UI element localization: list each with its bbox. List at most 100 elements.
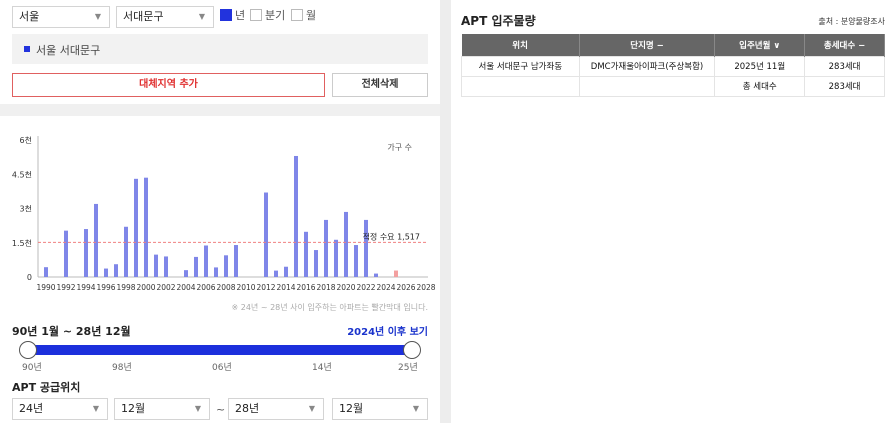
bar xyxy=(294,155,298,277)
to-year-select[interactable]: 28년 ▼ xyxy=(228,398,324,420)
bar xyxy=(144,177,148,277)
x-tick-label: 2006 xyxy=(196,283,215,292)
x-tick-label: 2012 xyxy=(256,283,275,292)
x-tick-label: 2022 xyxy=(356,283,375,292)
col-households-header[interactable]: 총세대수 − xyxy=(804,34,885,56)
table-header-row: 위치 단지명 − 입주년월 ∨ 총세대수 − xyxy=(461,34,885,56)
bar xyxy=(104,268,108,277)
range-title: 90년 1월 ~ 28년 12월 xyxy=(12,325,131,338)
from-year-select[interactable]: 24년 ▼ xyxy=(12,398,108,420)
x-tick-label: 2014 xyxy=(276,283,295,292)
bar xyxy=(374,273,378,277)
x-tick-label: 2020 xyxy=(336,283,355,292)
add-region-button[interactable]: 대체지역 추가 xyxy=(12,73,325,97)
apt-supply-table: 위치 단지명 − 입주년월 ∨ 총세대수 − 서울 서대문구 남가좌동 DMC가… xyxy=(461,34,885,97)
bar xyxy=(334,239,338,277)
chevron-down-icon: ▼ xyxy=(198,12,205,21)
table-total-row: 총 세대수 283세대 xyxy=(461,75,885,97)
bar xyxy=(154,254,158,277)
bar xyxy=(304,231,308,277)
bar xyxy=(194,256,198,277)
table-row[interactable]: 서울 서대문구 남가좌동 DMC가재울아이파크(주상복합) 2025년 11월 … xyxy=(461,55,885,77)
bar xyxy=(164,256,168,277)
period-year-checkbox[interactable] xyxy=(220,9,232,21)
slider-end-handle[interactable] xyxy=(403,341,421,359)
x-tick-label: 2000 xyxy=(136,283,155,292)
y-tick-label: 3천 xyxy=(20,204,32,214)
total-label: 총 세대수 xyxy=(714,75,806,97)
x-tick-label: 2008 xyxy=(216,283,235,292)
to-month-select[interactable]: 12월 ▼ xyxy=(332,398,428,420)
cell-households: 283세대 xyxy=(804,55,885,77)
bar xyxy=(184,270,188,277)
period-month-checkbox[interactable] xyxy=(291,9,303,21)
bar xyxy=(94,203,98,277)
x-tick-label: 1994 xyxy=(76,283,95,292)
slider-tick: 06년 xyxy=(212,363,232,373)
legend-label: 가구 수 xyxy=(387,143,412,152)
chevron-down-icon: ▼ xyxy=(194,404,201,413)
year-range-slider-track[interactable] xyxy=(28,345,412,355)
x-tick-label: 2010 xyxy=(236,283,255,292)
x-tick-label: 2026 xyxy=(396,283,415,292)
range-separator: ~ xyxy=(216,403,226,416)
bar xyxy=(64,230,68,277)
cell-empty xyxy=(578,75,716,97)
x-tick-label: 2028 xyxy=(416,283,435,292)
period-quarter-label: 분기 xyxy=(265,9,286,22)
sido-select[interactable]: 서울 ▼ xyxy=(12,6,110,28)
bar xyxy=(264,192,268,277)
section-divider xyxy=(0,104,440,116)
from-year-value: 24년 xyxy=(19,402,44,415)
x-tick-label: 2004 xyxy=(176,283,195,292)
sido-value: 서울 xyxy=(19,10,40,23)
chevron-down-icon: ▼ xyxy=(308,404,315,413)
y-tick-label: 6천 xyxy=(20,135,32,145)
bar xyxy=(274,270,278,277)
bar xyxy=(134,178,138,277)
bar xyxy=(324,219,328,277)
slider-start-handle[interactable] xyxy=(19,341,37,359)
bar xyxy=(224,255,228,277)
bar xyxy=(114,264,118,277)
sigungu-select[interactable]: 서대문구 ▼ xyxy=(116,6,214,28)
chevron-down-icon: ▼ xyxy=(92,404,99,413)
y-tick-label: 4.5천 xyxy=(12,169,32,179)
to-year-value: 28년 xyxy=(235,402,260,415)
chart-note: ※ 24년 ~ 28년 사이 입주하는 아파트는 빨간막대 입니다. xyxy=(232,302,429,312)
from-month-select[interactable]: 12월 ▼ xyxy=(114,398,210,420)
cell-empty xyxy=(461,75,580,97)
col-move-in-header[interactable]: 입주년월 ∨ xyxy=(714,34,806,56)
period-month-label: 월 xyxy=(306,9,317,22)
bar xyxy=(344,211,348,277)
x-tick-label: 1992 xyxy=(56,283,75,292)
chevron-down-icon: ▼ xyxy=(412,404,419,413)
bar xyxy=(314,250,318,277)
bar xyxy=(394,270,398,277)
bar xyxy=(204,245,208,277)
period-quarter-checkbox[interactable] xyxy=(250,9,262,21)
y-tick-label: 1.5천 xyxy=(12,238,32,248)
bar xyxy=(364,219,368,277)
clear-all-button[interactable]: 전체삭제 xyxy=(332,73,428,97)
col-complex-header[interactable]: 단지명 − xyxy=(579,34,716,56)
x-tick-label: 1998 xyxy=(116,283,135,292)
col-location-header[interactable]: 위치 xyxy=(461,34,580,56)
left-panel: 서울 ▼ 서대문구 ▼ 년 분기 월 서울 서대문구 대체지역 추가 전체삭제 01… xyxy=(0,0,440,423)
slider-tick: 14년 xyxy=(312,363,332,373)
bar xyxy=(124,226,128,277)
apt-location-label: APT 공급위치 xyxy=(12,381,81,394)
period-year-label: 년 xyxy=(235,9,246,22)
right-panel: APT 입주물량 출처 : 분양물량조사 위치 단지명 − 입주년월 ∨ 총세대… xyxy=(451,0,893,423)
cell-complex: DMC가재울아이파크(주상복합) xyxy=(578,55,716,77)
view-after-2024-link[interactable]: 2024년 이후 보기 xyxy=(347,323,428,338)
x-tick-label: 1996 xyxy=(96,283,115,292)
y-tick-label: 0 xyxy=(27,273,32,282)
slider-tick: 25년 xyxy=(398,363,418,373)
supply-bar-chart: 0 1.5천 3천 4.5천 6천적정 수요 1,517 1990 1992 1994 1996… xyxy=(12,135,436,312)
bar xyxy=(84,229,88,277)
reference-line-label: 적정 수요 1,517 xyxy=(363,231,420,241)
chevron-down-icon: ▼ xyxy=(94,12,101,21)
bar xyxy=(234,245,238,277)
x-tick-label: 2018 xyxy=(316,283,335,292)
